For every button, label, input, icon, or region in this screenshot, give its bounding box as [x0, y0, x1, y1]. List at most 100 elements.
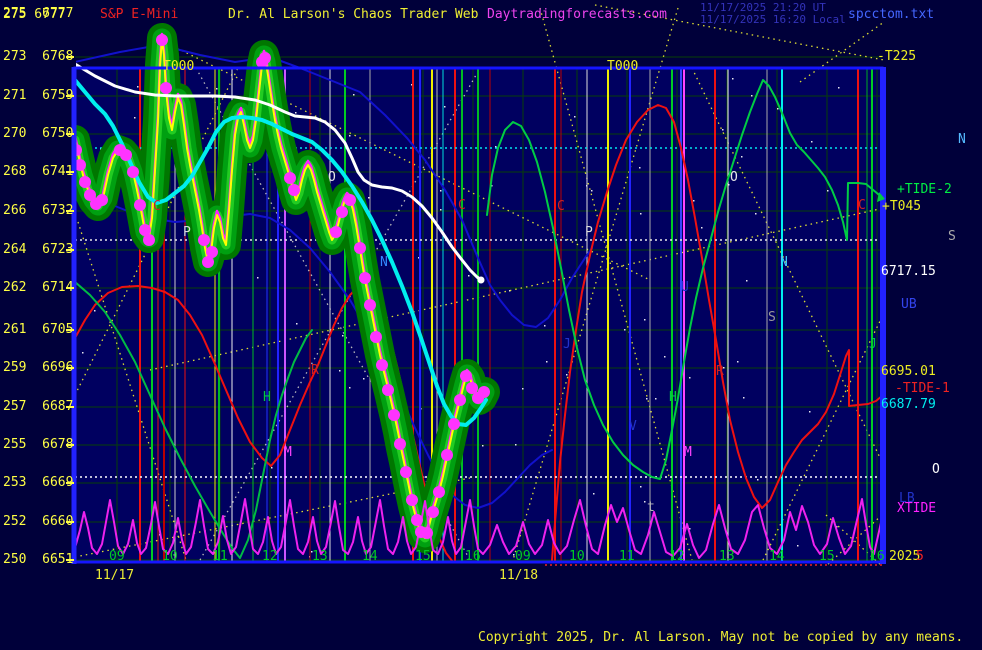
- swing-dot: [478, 386, 490, 398]
- right-label-669501: 6695.01: [881, 365, 936, 378]
- swing-dot: [421, 527, 433, 539]
- swing-dot: [96, 194, 108, 206]
- chart-letter-T000: T000: [607, 60, 638, 73]
- swing-dot: [330, 226, 342, 238]
- swing-dot: [120, 149, 132, 161]
- copyright-notice: Copyright 2025, Dr. Al Larson. May not b…: [478, 631, 963, 644]
- chart-letter-N: N: [780, 256, 788, 269]
- chart-letter-P: P: [585, 226, 593, 239]
- swing-dot: [388, 409, 400, 421]
- swing-dot: [354, 242, 366, 254]
- y-axis-label-6723: 264 6723: [3, 243, 73, 256]
- chart-letter-T000: T000: [163, 60, 194, 73]
- right-label-tide1: -TIDE-1: [895, 382, 950, 395]
- chart-letter-N: N: [380, 256, 388, 269]
- chart-letter-t: t: [647, 501, 655, 514]
- swing-dot: [411, 514, 423, 526]
- hour-label-14: 15: [819, 550, 835, 563]
- white-ma-end-dot: [478, 277, 485, 284]
- chart-letter-C: C: [458, 199, 466, 212]
- hour-label-0: 09: [109, 550, 125, 563]
- swing-dot: [441, 449, 453, 461]
- chart-letter-H: H: [669, 391, 677, 404]
- chart-letter-C: C: [557, 200, 565, 213]
- hour-label-15: 16: [869, 550, 885, 563]
- chart-letter-P: P: [183, 226, 191, 239]
- swing-dot: [206, 246, 218, 258]
- swing-dot: [359, 272, 371, 284]
- y-axis-label-6759: 271 6759: [3, 89, 73, 102]
- y-axis-label-6660: 252 6660: [3, 515, 73, 528]
- right-label-ub: UB: [901, 298, 917, 311]
- data-file-link[interactable]: spcctom.txt: [848, 8, 934, 21]
- right-label-s: S: [948, 230, 956, 243]
- swing-dot: [160, 82, 172, 94]
- y-axis-label-6651: 250 6651: [3, 553, 73, 566]
- chart-canvas: [0, 0, 982, 650]
- chart-letter-O: O: [328, 171, 336, 184]
- y-axis-label-6777: 275 6777: [3, 7, 73, 20]
- y-axis-label-6687: 257 6687: [3, 400, 73, 413]
- swing-dot: [394, 438, 406, 450]
- right-label-5: 5: [916, 550, 924, 563]
- swing-dot: [127, 166, 139, 178]
- hour-label-2: 11: [212, 550, 228, 563]
- swing-dot: [156, 34, 168, 46]
- right-label-668779: 6687.79: [881, 398, 936, 411]
- swing-dot: [344, 194, 356, 206]
- swing-dot: [448, 418, 460, 430]
- hour-label-12: 13: [719, 550, 735, 563]
- chart-letter-H: H: [263, 391, 271, 404]
- swing-dot: [259, 52, 271, 64]
- hour-label-9: 10: [569, 550, 585, 563]
- right-label-t045: +T045: [882, 200, 921, 213]
- hour-label-13: 14: [769, 550, 785, 563]
- site-link[interactable]: Daytradingforecasts.com: [487, 8, 667, 21]
- swing-dot: [382, 384, 394, 396]
- swing-dot: [79, 176, 91, 188]
- swing-dot: [466, 382, 478, 394]
- right-label-671715: 6717.15: [881, 265, 936, 278]
- hour-label-7: 16: [465, 550, 481, 563]
- symbol-label: S&P E-Mini: [100, 8, 178, 21]
- chart-letter-R: R: [311, 364, 319, 377]
- swing-dot: [364, 299, 376, 311]
- swing-dot: [288, 184, 300, 196]
- chart-letter-J: J: [563, 338, 571, 351]
- y-axis-label-6768: 273 6768: [3, 50, 73, 63]
- timestamp-ut: 11/17/2025 21:20 UT: [700, 2, 826, 13]
- swing-dot: [460, 370, 472, 382]
- hour-label-6: 15: [415, 550, 431, 563]
- swing-dot: [284, 172, 296, 184]
- chaos-trader-chart-page: 275 6777 S&P E-Mini Dr. Al Larson's Chao…: [0, 0, 982, 650]
- timestamp-local: 11/17/2025 16:20 Local: [700, 14, 846, 25]
- right-label-xtide: XTIDE: [897, 502, 936, 515]
- chart-letter-M: M: [684, 446, 692, 459]
- swing-dot: [370, 331, 382, 343]
- right-label-o: O: [932, 463, 940, 476]
- swing-dot: [134, 199, 146, 211]
- chart-letter-R: R: [716, 365, 724, 378]
- y-axis-label-6741: 268 6741: [3, 165, 73, 178]
- chart-letter-C: C: [858, 199, 866, 212]
- swing-dot: [143, 234, 155, 246]
- chart-letter-C: C: [153, 200, 161, 213]
- hour-label-5: 14: [362, 550, 378, 563]
- chart-letter-U: U: [681, 281, 689, 294]
- y-axis-label-6732: 266 6732: [3, 204, 73, 217]
- hour-label-1: 10: [162, 550, 178, 563]
- right-label-n: N: [958, 133, 966, 146]
- y-axis-label-6705: 261 6705: [3, 323, 73, 336]
- chart-letter-S: S: [768, 311, 776, 324]
- day-label-11-17: 11/17: [95, 569, 134, 582]
- page-title: Dr. Al Larson's Chaos Trader Web: [228, 8, 478, 21]
- swing-dot: [198, 234, 210, 246]
- swing-dot: [454, 394, 466, 406]
- swing-dot: [376, 359, 388, 371]
- chart-letter-O: O: [730, 171, 738, 184]
- chart-letter-V: V: [629, 420, 637, 433]
- chart-letter-M: M: [284, 446, 292, 459]
- y-axis-label-6750: 270 6750: [3, 127, 73, 140]
- hour-label-4: 13: [312, 550, 328, 563]
- y-axis-label-6669: 253 6669: [3, 476, 73, 489]
